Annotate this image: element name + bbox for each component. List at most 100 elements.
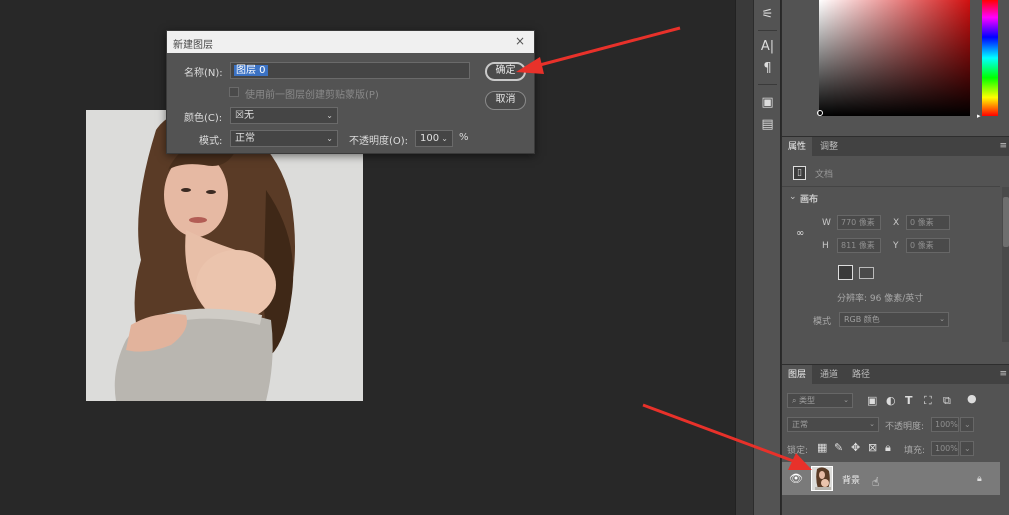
- resolution-text: 分辨率: 96 像素/英寸: [837, 294, 924, 304]
- tab-channels[interactable]: 通道: [814, 365, 844, 385]
- right-panels: ▸ 属性 调整 ≡ ▯ 文档 ⌄ 画布 W 770 像素 X 0 像素 ∞ H …: [781, 0, 1009, 515]
- lock-artboard-icon[interactable]: ⊠: [868, 442, 877, 454]
- chevron-down-icon: ⌄: [939, 315, 945, 323]
- chevron-down-icon: ⌄: [441, 134, 448, 143]
- filter-toggle-icon[interactable]: ●: [967, 393, 977, 405]
- hue-slider[interactable]: [982, 0, 998, 116]
- adjustment-filter-icon[interactable]: ◐: [886, 395, 896, 407]
- divider: [758, 84, 777, 85]
- color-select-value: 无: [243, 110, 254, 121]
- clipping-mask-checkbox[interactable]: [229, 87, 239, 97]
- panel-menu-icon[interactable]: ≡: [999, 369, 1007, 379]
- color-mode-select[interactable]: RGB 颜色 ⌄: [839, 312, 949, 327]
- lock-all-icon[interactable]: 🔒︎: [885, 442, 891, 454]
- dialog-title: 新建图层: [173, 40, 213, 51]
- height-input[interactable]: 811 像素: [837, 238, 881, 253]
- blend-mode-select[interactable]: 正常 ⌄: [787, 417, 879, 432]
- tab-layers[interactable]: 图层: [782, 365, 813, 385]
- lock-icon: 🔒︎: [977, 474, 982, 484]
- link-icon[interactable]: ∞: [796, 228, 804, 240]
- properties-body: ▯ 文档 ⌄ 画布 W 770 像素 X 0 像素 ∞ H 811 像素 Y 0…: [782, 157, 1009, 347]
- chevron-down-icon: ⌄: [843, 396, 849, 404]
- x-label: X: [893, 218, 900, 228]
- properties-scrollbar[interactable]: [1002, 187, 1009, 342]
- clipping-mask-label: 使用前一图层创建剪贴蒙版(P): [245, 90, 379, 101]
- color-field[interactable]: [819, 0, 970, 116]
- image-icon[interactable]: ▣: [754, 92, 781, 114]
- divider: [758, 30, 777, 31]
- color-mode-label: 模式: [813, 317, 832, 327]
- layer-name-input[interactable]: 图层 0: [230, 62, 470, 79]
- hue-pointer-icon[interactable]: ▸: [977, 112, 981, 120]
- layers-tabbar: 图层 通道 路径 ≡: [782, 364, 1009, 385]
- smart-object-filter-icon[interactable]: ⧉: [943, 395, 951, 407]
- panel-icon-column: ⚟ A| ¶ ▣ ▤: [753, 0, 780, 515]
- fill-input[interactable]: 100%: [931, 441, 959, 456]
- type-filter-icon[interactable]: T: [905, 395, 913, 407]
- name-label: 名称(N):: [184, 68, 223, 79]
- y-label: Y: [893, 241, 899, 251]
- color-select[interactable]: ☒无 ⌄: [230, 107, 338, 124]
- scroll-thumb[interactable]: [1003, 197, 1009, 247]
- tab-adjustments[interactable]: 调整: [814, 137, 844, 157]
- color-mode-value: RGB 颜色: [844, 315, 880, 324]
- panel-menu-icon[interactable]: ≡: [999, 141, 1007, 151]
- ok-button[interactable]: 确定: [485, 62, 526, 81]
- pixel-filter-icon[interactable]: ▣: [867, 395, 877, 407]
- none-color-icon: ☒: [235, 110, 244, 121]
- opacity-label: 不透明度(O):: [349, 136, 409, 147]
- lock-transparency-icon[interactable]: ▦: [817, 442, 827, 454]
- chevron-down-icon: ⌄: [869, 420, 875, 428]
- cancel-button[interactable]: 取消: [485, 91, 526, 110]
- mode-select[interactable]: 正常 ⌄: [230, 130, 338, 147]
- panel-dock-edge: [735, 0, 753, 515]
- lock-position-icon[interactable]: ✥: [851, 442, 860, 454]
- layer-thumbnail: [811, 466, 833, 491]
- close-icon[interactable]: ×: [515, 34, 525, 48]
- opacity-input[interactable]: 100 ⌄: [415, 130, 453, 147]
- lock-label: 锁定:: [787, 446, 809, 456]
- layer-row-background[interactable]: 👁︎ 背景 ☝︎ 🔒︎: [782, 462, 1000, 495]
- mode-select-value: 正常: [235, 133, 255, 144]
- layer-name[interactable]: 背景: [842, 473, 860, 486]
- opacity-unit: %: [459, 132, 469, 143]
- layer-filter-select[interactable]: ⌕ 类型 ⌄: [787, 393, 853, 408]
- portrait-orientation-icon[interactable]: [838, 265, 853, 280]
- x-input[interactable]: 0 像素: [906, 215, 950, 230]
- fill-label: 填充:: [904, 446, 926, 456]
- paragraph-icon[interactable]: ¶: [754, 58, 781, 80]
- tab-properties[interactable]: 属性: [782, 137, 813, 157]
- canvas-section-title: 画布: [800, 195, 819, 205]
- lock-pixels-icon[interactable]: ✎: [834, 442, 843, 454]
- opacity-value: 100: [420, 133, 440, 144]
- chevron-down-icon: ⌄: [326, 111, 333, 120]
- search-icon: ⌕: [792, 396, 800, 405]
- document-icon: ▯: [793, 166, 806, 180]
- chevron-down-icon[interactable]: ⌄: [960, 441, 974, 456]
- adjust-icon[interactable]: ⚟: [754, 4, 781, 26]
- character-icon[interactable]: A|: [754, 36, 781, 58]
- mouse-cursor-icon: ☝︎: [872, 475, 880, 489]
- dialog-titlebar[interactable]: 新建图层 ×: [167, 31, 534, 53]
- landscape-orientation-icon[interactable]: [859, 267, 874, 279]
- layer-opacity-input[interactable]: 100%: [931, 417, 959, 432]
- chevron-down-icon[interactable]: ⌄: [789, 192, 797, 202]
- divider: [782, 186, 1000, 187]
- width-input[interactable]: 770 像素: [837, 215, 881, 230]
- tab-paths[interactable]: 路径: [846, 365, 876, 385]
- layer-name-value: 图层 0: [234, 65, 268, 76]
- color-panel: ▸: [782, 0, 1009, 128]
- layer-opacity-label: 不透明度:: [885, 422, 925, 432]
- width-label: W: [822, 218, 831, 228]
- chevron-down-icon[interactable]: ⌄: [960, 417, 974, 432]
- color-label: 颜色(C):: [184, 113, 223, 124]
- height-label: H: [822, 241, 829, 251]
- layer-filter-value: 类型: [799, 396, 816, 405]
- chevron-down-icon: ⌄: [326, 134, 333, 143]
- canvas-area[interactable]: 新建图层 × 名称(N): 图层 0 使用前一图层创建剪贴蒙版(P) 颜色(C)…: [0, 0, 735, 515]
- color-picker-cursor[interactable]: [817, 110, 823, 116]
- notes-icon[interactable]: ▤: [754, 114, 781, 136]
- shape-filter-icon[interactable]: ⛶: [924, 395, 932, 407]
- y-input[interactable]: 0 像素: [906, 238, 950, 253]
- eye-icon[interactable]: 👁︎: [789, 473, 803, 485]
